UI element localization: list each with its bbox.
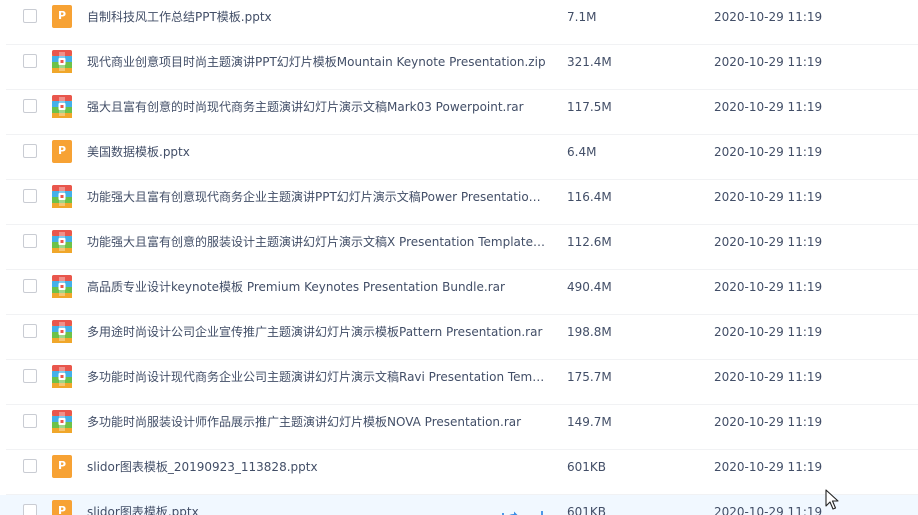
file-modified-date: 2020-10-29 11:19 [714,415,823,429]
file-row[interactable]: 多功能时尚设计现代商务企业公司主题演讲幻灯片演示文稿Ravi Presentat… [0,360,918,405]
archive-icon [52,275,72,298]
row-checkbox[interactable] [23,234,37,248]
file-modified-date: 2020-10-29 11:19 [714,370,823,384]
archive-icon [52,95,72,118]
file-name-link[interactable]: 强大且富有创意的时尚现代商务主题演讲幻灯片演示文稿Mark03 Powerpoi… [87,99,547,115]
file-name-link[interactable]: 美国数据模板.pptx [87,144,547,160]
file-size: 198.8M [567,325,612,339]
file-modified-date: 2020-10-29 11:19 [714,505,823,515]
ppt-icon-letter: P [57,504,67,515]
row-checkbox[interactable] [23,144,37,158]
ppt-icon: P [52,455,72,478]
row-checkbox[interactable] [23,99,37,113]
ppt-icon: P [52,140,72,163]
file-size: 117.5M [567,100,612,114]
file-row[interactable]: 现代商业创意项目时尚主题演讲PPT幻灯片模板Mountain Keynote P… [0,45,918,90]
file-size: 116.4M [567,190,612,204]
ppt-icon-letter: P [57,144,67,157]
file-size: 321.4M [567,55,612,69]
archive-icon [52,185,72,208]
file-row[interactable]: P 美国数据模板.pptx 6.4M 2020-10-29 11:19 [0,135,918,180]
file-name-link[interactable]: 功能强大且富有创意的服装设计主题演讲幻灯片演示文稿X Presentation … [87,234,547,250]
file-size: 6.4M [567,145,597,159]
file-modified-date: 2020-10-29 11:19 [714,190,823,204]
download-icon[interactable] [533,509,551,515]
row-checkbox[interactable] [23,9,37,23]
file-row[interactable]: 功能强大且富有创意现代商务企业主题演讲PPT幻灯片演示文稿Power Prese… [0,180,918,225]
file-size: 112.6M [567,235,612,249]
file-row[interactable]: 多用途时尚设计公司企业宣传推广主题演讲幻灯片演示模板Pattern Presen… [0,315,918,360]
file-name-link[interactable]: slidor图表模板.pptx [87,504,547,515]
file-size: 601KB [567,460,607,474]
file-name-link[interactable]: 自制科技风工作总结PPT模板.pptx [87,9,547,25]
file-name-link[interactable]: 多功能时尚设计现代商务企业公司主题演讲幻灯片演示文稿Ravi Presentat… [87,369,547,385]
archive-icon [52,410,72,433]
file-size: 175.7M [567,370,612,384]
file-name-link[interactable]: 现代商业创意项目时尚主题演讲PPT幻灯片模板Mountain Keynote P… [87,54,547,70]
file-size: 149.7M [567,415,612,429]
archive-icon [52,365,72,388]
file-row[interactable]: Pslidor图表模板_20190923_113828.pptx 601KB 202… [0,450,918,495]
row-checkbox[interactable] [23,54,37,68]
mouse-cursor-icon [825,489,839,510]
row-checkbox[interactable] [23,279,37,293]
file-modified-date: 2020-10-29 11:19 [714,235,823,249]
file-row[interactable]: 高品质专业设计keynote模板 Premium Keynotes Presen… [0,270,918,315]
ppt-icon-letter: P [57,9,67,22]
row-checkbox[interactable] [23,414,37,428]
file-row[interactable]: 功能强大且富有创意的服装设计主题演讲幻灯片演示文稿X Presentation … [0,225,918,270]
file-modified-date: 2020-10-29 11:19 [714,55,823,69]
ppt-icon: P [52,500,72,515]
row-checkbox[interactable] [23,459,37,473]
file-name-link[interactable]: 高品质专业设计keynote模板 Premium Keynotes Presen… [87,279,547,295]
file-size: 601KB [567,505,607,515]
file-modified-date: 2020-10-29 11:19 [714,325,823,339]
file-row[interactable]: Pslidor图表模板.pptx 601KB 2020-10-29 11:19 [0,495,918,515]
share-icon[interactable] [500,509,518,515]
file-name-link[interactable]: 多功能时尚服装设计师作品展示推广主题演讲幻灯片模板NOVA Presentati… [87,414,547,430]
file-modified-date: 2020-10-29 11:19 [714,145,823,159]
file-modified-date: 2020-10-29 11:19 [714,100,823,114]
file-modified-date: 2020-10-29 11:19 [714,10,823,24]
file-row[interactable]: 强大且富有创意的时尚现代商务主题演讲幻灯片演示文稿Mark03 Powerpoi… [0,90,918,135]
row-checkbox[interactable] [23,369,37,383]
file-name-link[interactable]: 多用途时尚设计公司企业宣传推广主题演讲幻灯片演示模板Pattern Presen… [87,324,547,340]
file-size: 490.4M [567,280,612,294]
file-modified-date: 2020-10-29 11:19 [714,460,823,474]
row-checkbox[interactable] [23,189,37,203]
row-checkbox[interactable] [23,504,37,515]
archive-icon [52,50,72,73]
file-size: 7.1M [567,10,597,24]
file-name-link[interactable]: 功能强大且富有创意现代商务企业主题演讲PPT幻灯片演示文稿Power Prese… [87,189,547,205]
archive-icon [52,230,72,253]
archive-icon [52,320,72,343]
ppt-icon-letter: P [57,459,67,472]
file-row[interactable]: P 自制科技风工作总结PPT模板.pptx 7.1M 2020-10-29 11:19 [0,0,918,45]
ppt-icon: P [52,5,72,28]
file-list: P 自制科技风工作总结PPT模板.pptx 7.1M 2020-10-29 11:19… [0,0,918,515]
file-name-link[interactable]: slidor图表模板_20190923_113828.pptx [87,459,547,475]
file-modified-date: 2020-10-29 11:19 [714,280,823,294]
file-row[interactable]: 多功能时尚服装设计师作品展示推广主题演讲幻灯片模板NOVA Presentati… [0,405,918,450]
row-checkbox[interactable] [23,324,37,338]
